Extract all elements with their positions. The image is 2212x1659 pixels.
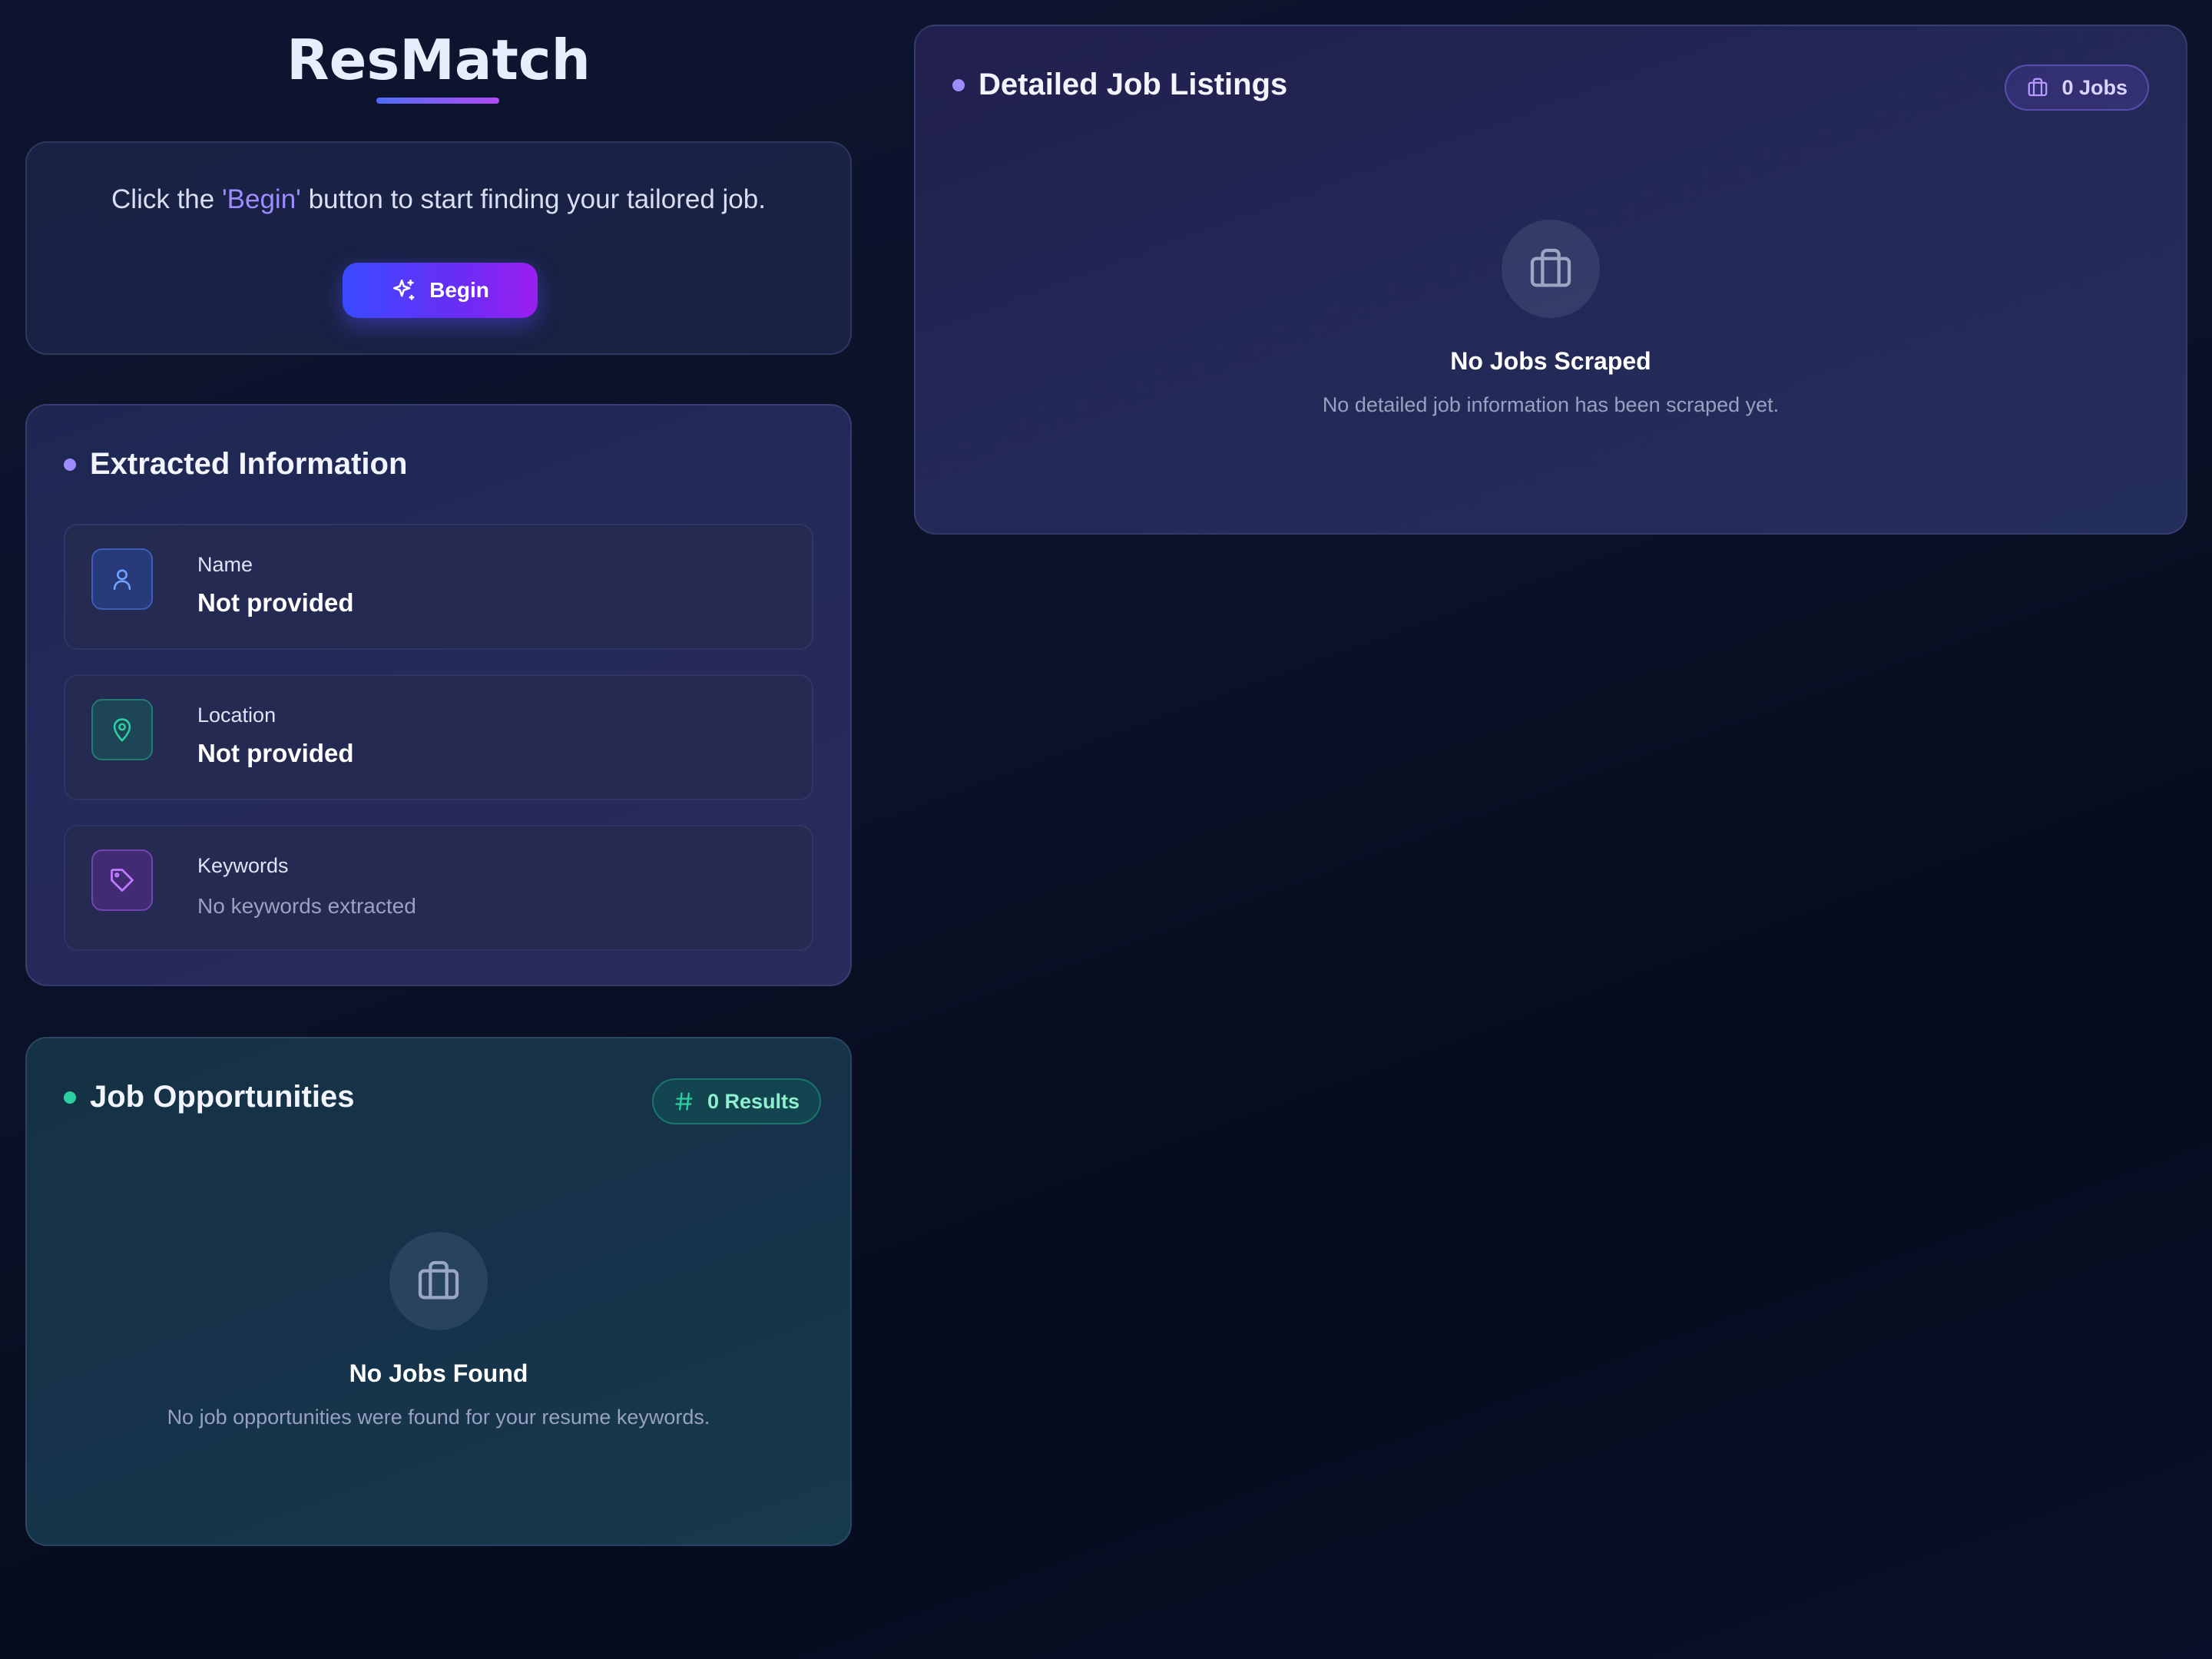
results-count-badge: 0 Results [652,1078,822,1124]
detailed-job-listings-title: Detailed Job Listings [979,68,1288,101]
tag-icon [91,849,153,911]
begin-card: Click the 'Begin' button to start findin… [25,141,852,355]
detailed-job-listings-heading: Detailed Job Listings [952,68,1287,102]
extracted-info-title: Extracted Information [90,447,408,481]
instructions-text-after: button to start finding your tailored jo… [300,184,766,214]
extracted-info-card: Extracted Information Name Not provided … [25,404,852,986]
sparkles-icon [391,277,417,303]
no-jobs-scraped-text: No detailed job information has been scr… [1322,393,1780,416]
briefcase-icon [2026,76,2049,99]
no-jobs-found-title: No Jobs Found [349,1359,528,1387]
begin-button[interactable]: Begin [343,263,538,318]
info-value-location: Not provided [197,739,354,767]
instructions-text-before: Click the [111,184,222,214]
heading-bullet-icon [952,78,965,91]
briefcase-icon [389,1232,488,1330]
title-underline [376,98,499,104]
extracted-info-heading: Extracted Information [64,447,407,482]
heading-bullet-icon [64,458,76,471]
begin-instructions: Click the 'Begin' button to start findin… [27,184,850,215]
briefcase-icon [1502,220,1600,318]
results-count-label: 0 Results [707,1089,800,1113]
info-value-keywords: No keywords extracted [197,894,416,918]
info-value-name: Not provided [197,588,354,617]
begin-button-label: Begin [429,278,489,302]
hash-icon [674,1091,695,1112]
info-item-keywords: Keywords No keywords extracted [64,825,813,951]
instructions-highlight: 'Begin' [221,184,301,214]
info-label-location: Location [197,704,276,727]
job-opportunities-title: Job Opportunities [90,1080,355,1114]
info-item-name: Name Not provided [64,524,813,650]
job-opportunities-heading: Job Opportunities [64,1080,354,1114]
user-icon [91,548,153,610]
app-title: ResMatch [286,28,591,92]
no-jobs-found-text: No job opportunities were found for your… [167,1406,710,1429]
jobs-count-label: 0 Jobs [2061,75,2128,99]
info-label-keywords: Keywords [197,854,289,877]
map-pin-icon [91,699,153,760]
detailed-job-listings-card: Detailed Job Listings 0 Jobs No Jobs Scr… [914,25,2187,535]
jobs-count-badge: 0 Jobs [2005,65,2149,111]
info-item-location: Location Not provided [64,674,813,800]
heading-bullet-icon [64,1091,76,1104]
no-jobs-scraped-title: No Jobs Scraped [1450,347,1651,375]
info-label-name: Name [197,553,253,576]
job-opportunities-card: Job Opportunities 0 Results No Jobs Foun… [25,1037,852,1546]
